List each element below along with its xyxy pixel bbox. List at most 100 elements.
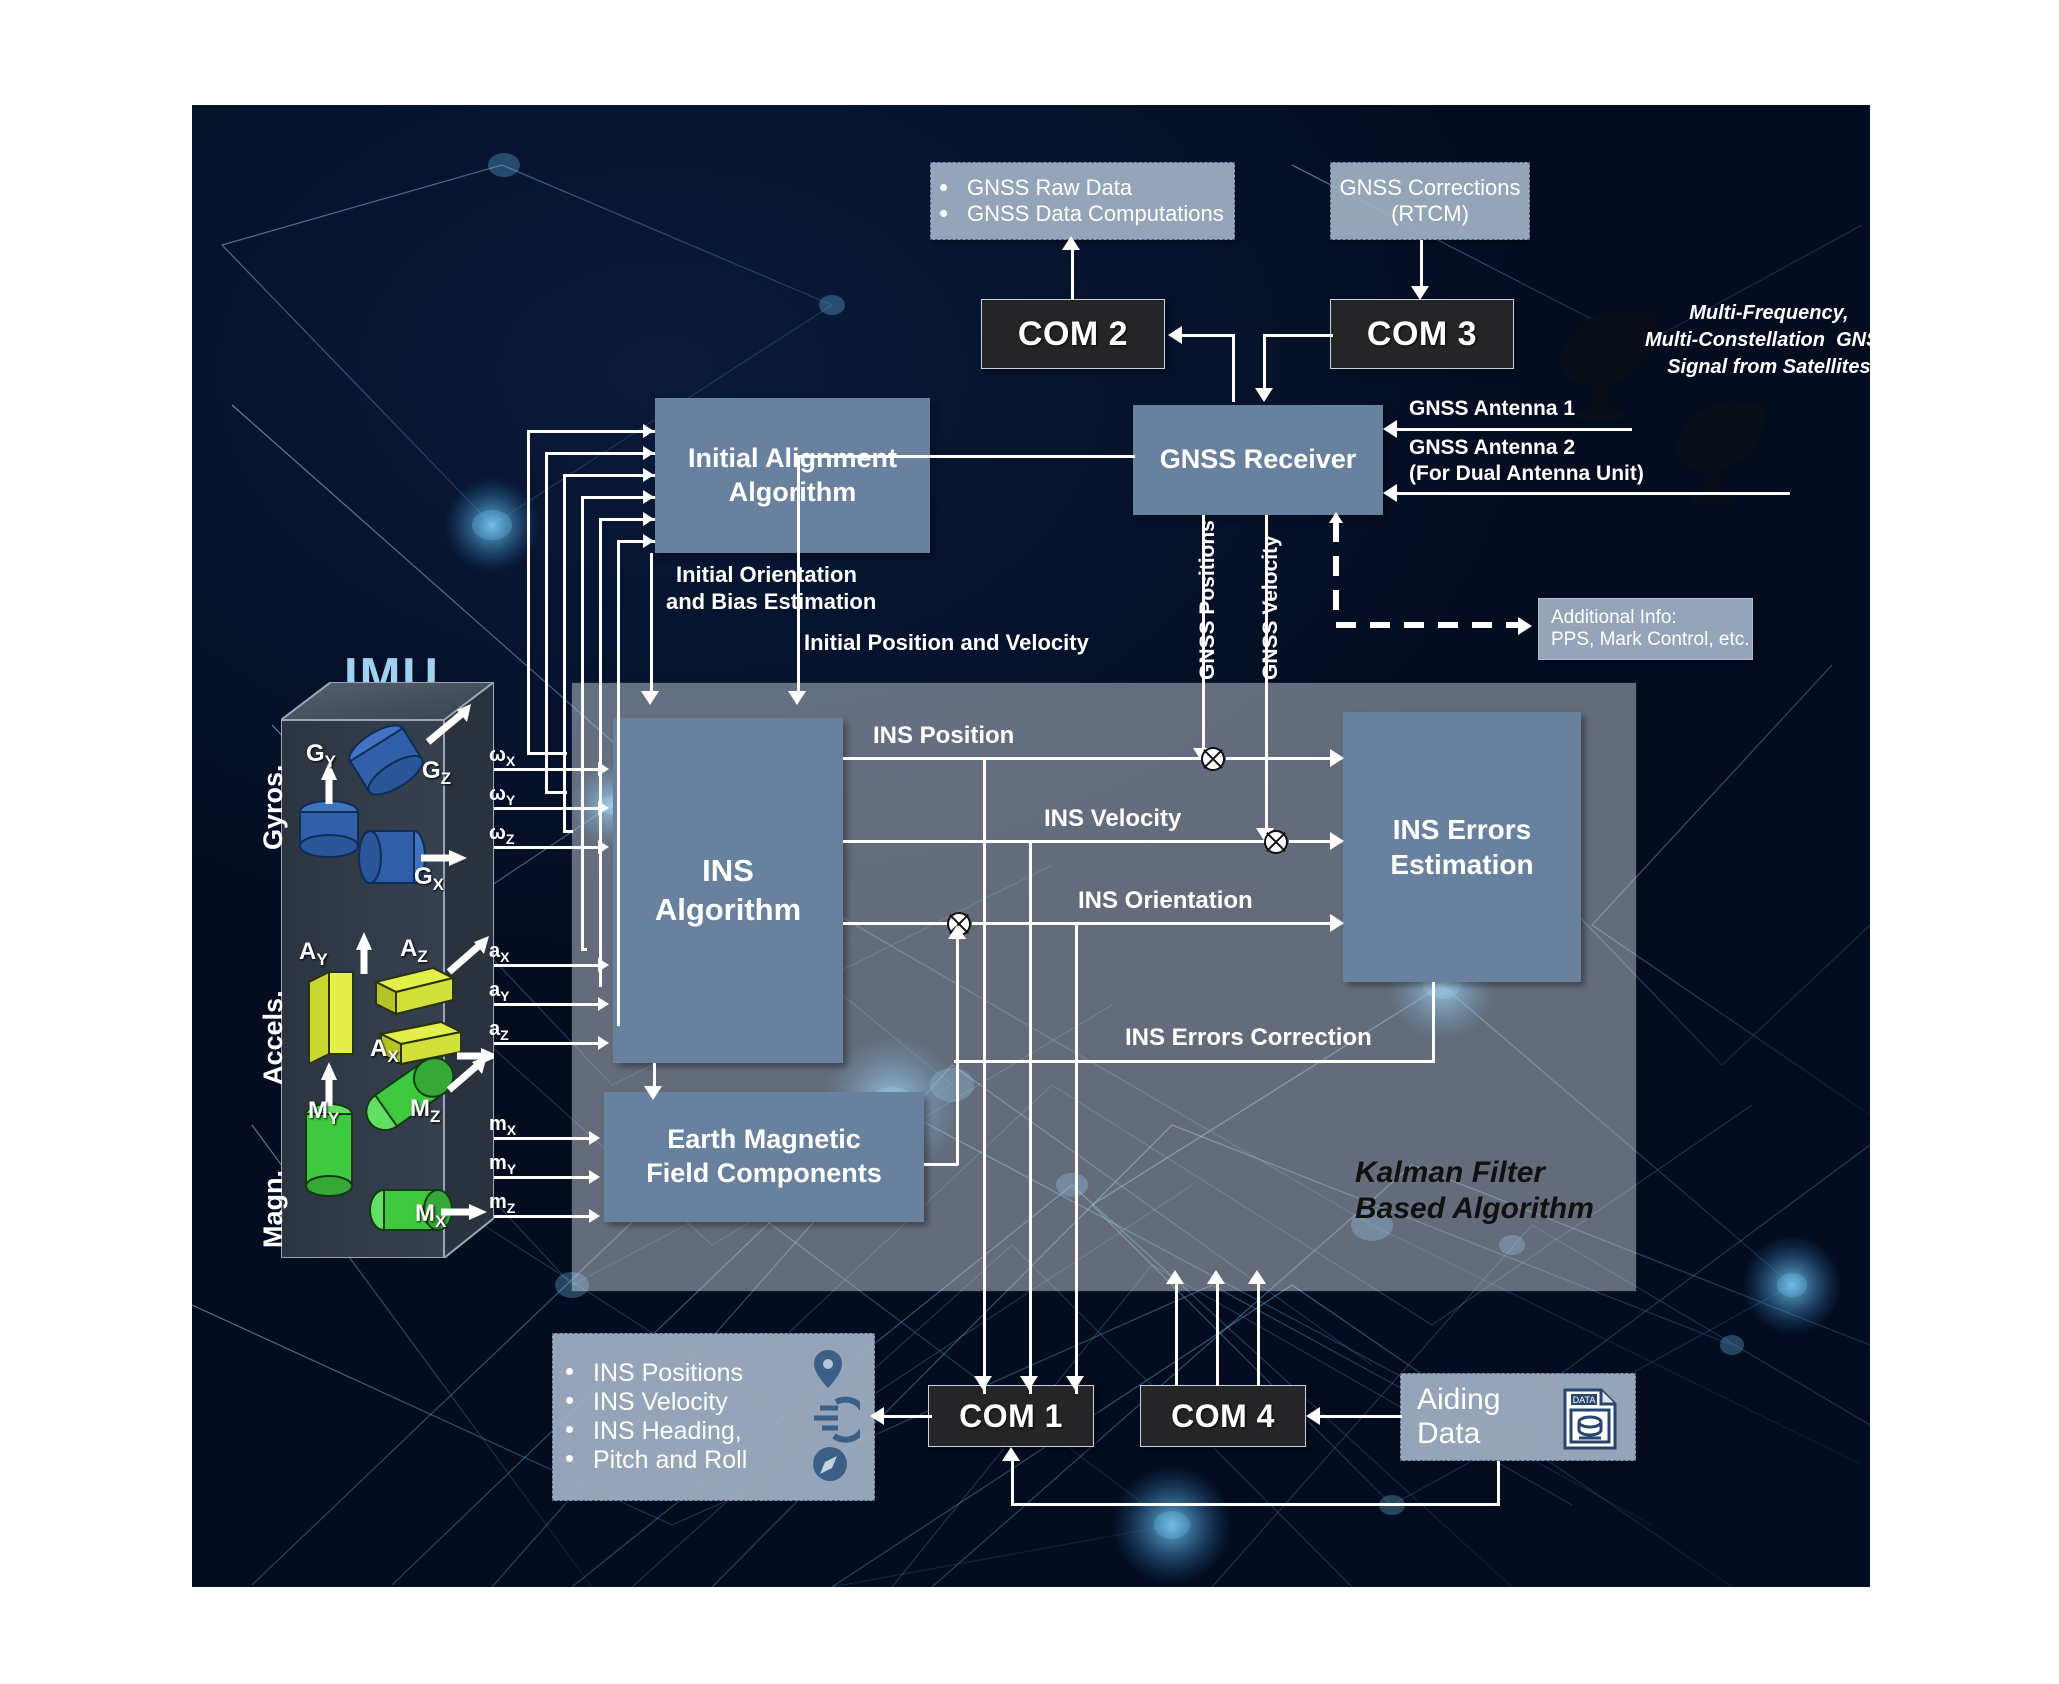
arrow-com3-to-receiver <box>1255 388 1273 402</box>
wire-com4-up-1 <box>1175 1280 1178 1386</box>
earth-magnetic-field-box: Earth Magnetic Field Components <box>604 1092 924 1222</box>
wire-ia-3v <box>563 474 566 830</box>
ins-position-label: INS Position <box>873 722 1015 749</box>
com4-box[interactable]: COM 4 <box>1140 1385 1306 1447</box>
diagram-canvas: Kalman Filter Based Algorithm GNSS Raw D… <box>0 0 2059 1684</box>
gnss-raw-item: GNSS Raw Data <box>939 174 1224 201</box>
wire-ia-3t <box>563 830 573 833</box>
wire-com3-to-receiver-v <box>1263 334 1266 390</box>
wire-ia-4v <box>581 496 584 948</box>
gnss-receiver-box: GNSS Receiver <box>1133 405 1383 515</box>
arrow-sig-my <box>589 1170 600 1184</box>
wire-errors-corr-v <box>1432 982 1435 1062</box>
arrow-sig-mz <box>589 1209 600 1223</box>
wire-ipv-h <box>797 455 1135 458</box>
wire-ins-velocity-a <box>843 840 1265 843</box>
wire-sig-my <box>494 1176 597 1179</box>
wire-ins-position-b <box>1226 757 1342 760</box>
magn-x-label: MX <box>415 1200 447 1231</box>
com3-box[interactable]: COM 3 <box>1330 299 1514 369</box>
earth-magnetic-line2: Field Components <box>646 1158 882 1188</box>
wire-sig-mz <box>494 1215 597 1218</box>
imu-group-accels: Accels. <box>258 990 288 1085</box>
arrow-com4-up-2 <box>1207 1270 1225 1284</box>
wire-ia-2h <box>545 452 655 455</box>
svg-text:DATA: DATA <box>1573 1395 1596 1405</box>
arrow-receiver-additional-up <box>1329 512 1343 523</box>
arrow-ia-3 <box>643 468 654 482</box>
wire-com3-to-receiver-h <box>1263 334 1333 337</box>
aiding-data-box: Aiding Data DATA <box>1400 1373 1636 1461</box>
wire-ia-2v <box>545 452 548 791</box>
wire-antenna2 <box>1395 492 1790 495</box>
aiding-data-line2: Data <box>1417 1417 1481 1450</box>
wire-sig-az <box>494 1042 606 1045</box>
arrow-ia-5 <box>643 512 654 526</box>
com1-box[interactable]: COM 1 <box>928 1385 1094 1447</box>
wire-ia-to-ins-v <box>650 553 653 693</box>
wire-antenna1 <box>1395 428 1632 431</box>
magn-y-label: MY <box>308 1097 340 1128</box>
arrow-out-orientation-com1 <box>1066 1376 1084 1390</box>
arrow-ia-2 <box>643 446 654 460</box>
kalman-label-line1: Kalman Filter <box>1355 1156 1546 1189</box>
initial-alignment-line2: Algorithm <box>728 476 857 507</box>
wire-receiver-additional-h <box>1336 622 1518 628</box>
arrow-ia-1 <box>643 424 654 438</box>
gnss-positions-label: GNSS Positions <box>1196 520 1219 680</box>
arrow-aiding-loop-to-com1 <box>1002 1447 1020 1461</box>
ins-output-item: INS Velocity <box>565 1387 747 1417</box>
wire-aiding-loop-v-right <box>1497 1461 1500 1505</box>
wire-receiver-to-com2-h <box>1182 334 1235 337</box>
wire-ins-orientation-a <box>843 922 948 925</box>
summing-node-velocity <box>1264 830 1288 854</box>
kalman-label-line2: Based Algorithm <box>1355 1192 1594 1225</box>
ins-errors-est-line2: Estimation <box>1390 849 1534 880</box>
wire-ia-3h <box>563 474 655 477</box>
wire-sig-ay <box>494 1003 606 1006</box>
ins-algorithm-line1: INS <box>702 852 754 888</box>
wire-com4-up-2 <box>1216 1280 1219 1386</box>
arrow-sig-wz <box>598 840 609 854</box>
wire-aiding-loop-v-left <box>1011 1458 1014 1505</box>
arrow-ia-4 <box>643 490 654 504</box>
gnss-corrections-line2: (RTCM) <box>1391 201 1469 226</box>
arrow-antenna1 <box>1383 420 1397 438</box>
wire-receiver-to-com2-v <box>1232 334 1235 402</box>
gnss-raw-item: GNSS Data Computations <box>939 200 1224 227</box>
imu-group-gyros: Gyros. <box>258 764 288 850</box>
accel-y-label: AY <box>299 938 328 969</box>
arrow-ia-to-ins <box>641 691 659 705</box>
initial-orientation-label-l1: Initial Orientation <box>676 562 857 587</box>
arrow-com4-up-3 <box>1248 1270 1266 1284</box>
signal-a-x: aX <box>489 940 510 965</box>
arrow-ins-orientation <box>1330 914 1344 932</box>
wire-com1-to-outputs <box>884 1415 932 1418</box>
gnss-corrections-box: GNSS Corrections (RTCM) <box>1330 162 1530 240</box>
wire-aiding-loop-h <box>1011 1503 1500 1506</box>
signal-a-z: aZ <box>489 1018 509 1043</box>
initial-position-velocity-label: Initial Position and Velocity <box>804 630 1089 655</box>
magn-z-label: MZ <box>410 1095 441 1126</box>
initial-orientation-label-l2: and Bias Estimation <box>666 589 877 614</box>
ins-algorithm-line2: Algorithm <box>654 891 802 927</box>
additional-info-box: Additional Info: PPS, Mark Control, etc. <box>1538 598 1753 660</box>
arrow-receiver-to-com2 <box>1168 326 1182 344</box>
wire-corrections-to-com3 <box>1420 240 1423 288</box>
summing-node-position <box>1201 747 1225 771</box>
arrow-out-position-com1 <box>974 1376 992 1390</box>
gnss-corrections-line1: GNSS Corrections <box>1339 175 1521 200</box>
arrow-com2-to-raw <box>1062 236 1080 250</box>
ins-algorithm-box: INS Algorithm <box>613 718 843 1063</box>
wire-emf-to-node-v <box>956 935 959 1165</box>
arrow-to-additional-info <box>1518 617 1532 635</box>
signal-m-y: mY <box>489 1152 517 1177</box>
com2-box[interactable]: COM 2 <box>981 299 1165 369</box>
arrow-ins-to-emf <box>644 1086 662 1100</box>
wire-com4-up-3 <box>1257 1280 1260 1386</box>
arrow-sig-ax <box>598 958 609 972</box>
wire-receiver-additional-v <box>1333 522 1339 622</box>
satellite-signal-label: Multi-Frequency, Multi-Constellation GNS… <box>1645 302 1893 378</box>
arrow-corrections-to-com3 <box>1411 286 1429 300</box>
wire-out-velocity-down <box>1029 840 1032 1394</box>
